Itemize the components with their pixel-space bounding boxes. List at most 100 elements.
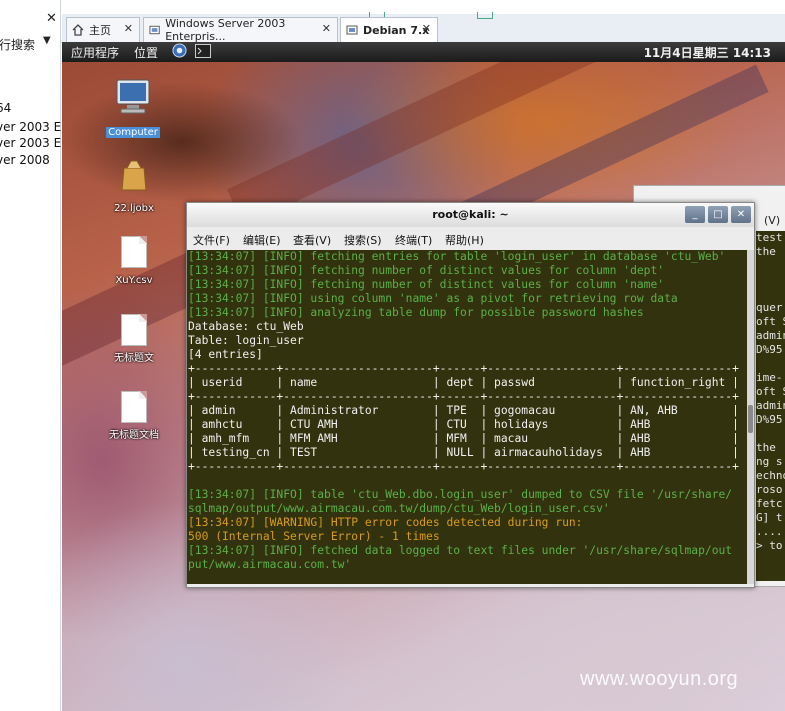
maximize-button[interactable]: □ <box>708 206 728 223</box>
sidebar-search-dropdown[interactable]: 行搜索 ▼ <box>0 33 58 55</box>
bg-menu-fragment[interactable]: (V) <box>764 214 780 227</box>
bg-terminal-line: D%95 <box>756 343 783 356</box>
applications-menu[interactable]: 应用程序 <box>71 44 119 61</box>
terminal-line: sqlmap/output/www.airmacau.com.tw/dump/c… <box>188 502 610 515</box>
desktop-icon-archive[interactable]: 22.ljobx <box>99 158 169 215</box>
scrollbar-thumb[interactable] <box>748 405 753 433</box>
terminal-line: [13:34:07] [INFO] fetched data logged to… <box>188 544 733 557</box>
bg-terminal-line: ime- <box>756 371 783 384</box>
archive-file-icon <box>121 160 147 191</box>
bg-terminal-line <box>756 357 785 371</box>
sidebar-close-icon[interactable]: ✕ <box>46 11 57 26</box>
terminal-titlebar[interactable]: root@kali: ~ _ □ ✕ <box>187 203 754 227</box>
bg-terminal-line <box>756 259 785 273</box>
tab-home-label: 主页 <box>89 24 111 37</box>
bg-terminal-line: .... <box>756 525 783 538</box>
vm-icon <box>346 25 358 35</box>
bg-terminal-line: quer <box>756 301 783 314</box>
gnome-top-panel: 应用程序 位置 11月4日星期三 14:13 <box>62 42 785 62</box>
close-icon[interactable]: ✕ <box>422 22 431 35</box>
desktop-icon-computer[interactable]: Computer <box>98 78 168 139</box>
tab-windows-server-2003[interactable]: Windows Server 2003 Enterpris... ✕ <box>143 17 338 43</box>
tab-label: Debian 7.x <box>363 23 430 37</box>
chevron-down-icon[interactable]: ▼ <box>43 35 51 46</box>
host-sidebar: ✕ 行搜索 ▼ 64 ver 2003 E ver 2003 E ver 200… <box>0 0 61 711</box>
desktop-icon-untitled-1[interactable]: 无标题文 <box>99 314 169 365</box>
bg-terminal-line: oft S <box>756 315 785 328</box>
bg-terminal-line: D%95 <box>756 413 783 426</box>
terminal-line: | admin | Administrator | TPE | gogomaca… <box>188 404 739 417</box>
bg-terminal-line: ng s <box>756 455 783 468</box>
bg-terminal-line <box>756 273 785 287</box>
close-button[interactable]: ✕ <box>731 206 751 223</box>
minimize-button[interactable]: _ <box>685 206 705 223</box>
bg-terminal-line: admin <box>756 399 785 412</box>
document-icon <box>121 314 147 346</box>
sidebar-vm-item[interactable]: ver 2008 <box>0 153 50 167</box>
terminal-line: +------------+----------------------+---… <box>188 460 739 473</box>
tab-label: Windows Server 2003 Enterpris... <box>165 17 286 43</box>
desktop-icon-csv[interactable]: XuY.csv <box>99 236 169 287</box>
menu-file[interactable]: 文件(F) <box>193 232 230 248</box>
sidebar-vm-item[interactable]: 64 <box>0 101 11 115</box>
browser-launcher-icon[interactable] <box>172 43 187 61</box>
bg-terminal-line: roso <box>756 483 783 496</box>
menu-search[interactable]: 搜索(S) <box>344 232 382 248</box>
sidebar-search-label: 行搜索 <box>0 38 36 52</box>
vm-icon <box>149 25 160 35</box>
document-icon <box>121 391 147 423</box>
close-icon[interactable]: ✕ <box>322 22 331 35</box>
terminal-line: [13:34:07] [INFO] fetching entries for t… <box>188 250 726 263</box>
terminal-line: | userid | name | dept | passwd | functi… <box>188 376 739 389</box>
menu-edit[interactable]: 编辑(E) <box>243 232 281 248</box>
desktop-icon-label: 无标题文 <box>114 353 154 364</box>
terminal-line: [4 entries] <box>188 348 263 361</box>
terminal-scrollbar[interactable] <box>747 250 754 584</box>
toolbar-icon[interactable] <box>477 12 493 19</box>
menu-help[interactable]: 帮助(H) <box>445 232 484 248</box>
watermark: www.wooyun.org <box>580 668 739 690</box>
terminal-line: [13:34:07] [INFO] analyzing table dump f… <box>188 306 644 319</box>
bg-terminal-line: G] t <box>756 511 783 524</box>
bg-terminal-line: the <box>756 245 776 258</box>
terminal-line: | amhctu | CTU AMH | CTU | holidays | AH… <box>188 418 739 431</box>
terminal-line: +------------+----------------------+---… <box>188 362 739 375</box>
terminal-window[interactable]: root@kali: ~ _ □ ✕ 文件(F) 编辑(E) 查看(V) 搜索(… <box>186 202 755 588</box>
panel-clock[interactable]: 11月4日星期三 14:13 <box>644 44 771 61</box>
terminal-line: | testing_cn | TEST | NULL | airmacauhol… <box>188 446 739 459</box>
bg-terminal-output: test the queroft SadminD%95ime-oft Sadmi… <box>756 231 785 581</box>
places-menu[interactable]: 位置 <box>134 44 158 61</box>
sidebar-vm-item[interactable]: ver 2003 E <box>0 120 61 134</box>
vm-tab-bar: 主页 ✕ Windows Server 2003 Enterpris... ✕ … <box>62 12 785 43</box>
terminal-line: [13:34:07] [INFO] using column 'name' as… <box>188 292 678 305</box>
bg-terminal-line: the <box>756 441 776 454</box>
desktop-icon-untitled-2[interactable]: 无标题文档 <box>99 391 169 442</box>
bg-terminal-line <box>756 427 785 441</box>
terminal-line: [13:34:07] [INFO] fetching number of dis… <box>188 278 665 291</box>
computer-icon <box>116 79 150 114</box>
desktop-icon-label: Computer <box>106 127 160 138</box>
bg-terminal-line: > to <box>756 539 783 552</box>
desktop-icon-label: 无标题文档 <box>109 430 159 441</box>
terminal-launcher-icon[interactable] <box>195 44 211 61</box>
terminal-title: root@kali: ~ <box>432 208 509 221</box>
tab-home[interactable]: 主页 ✕ <box>66 17 140 42</box>
document-icon <box>121 236 147 268</box>
terminal-line: [13:34:07] [INFO] fetching number of dis… <box>188 264 665 277</box>
home-icon <box>72 24 84 36</box>
terminal-line: put/www.airmacau.com.tw' <box>188 558 352 571</box>
menu-view[interactable]: 查看(V) <box>293 232 331 248</box>
bg-terminal-line: admin <box>756 329 785 342</box>
terminal-output[interactable]: [13:34:07] [INFO] fetching entries for t… <box>187 250 747 584</box>
sidebar-vm-item[interactable]: ver 2003 E <box>0 136 61 150</box>
tab-debian[interactable]: Debian 7.x ✕ <box>340 17 438 42</box>
bg-terminal-line: test <box>756 231 783 244</box>
terminal-line: | amh_mfm | MFM AMH | MFM | macau | AHB … <box>188 432 739 445</box>
desktop-icon-label: XuY.csv <box>115 275 153 286</box>
close-icon[interactable]: ✕ <box>124 22 133 35</box>
terminal-line: Table: login_user <box>188 334 304 347</box>
menu-terminal[interactable]: 终端(T) <box>395 232 432 248</box>
terminal-line: [13:34:07] [INFO] table 'ctu_Web.dbo.log… <box>188 488 733 501</box>
bg-terminal-line: fetc <box>756 497 783 510</box>
